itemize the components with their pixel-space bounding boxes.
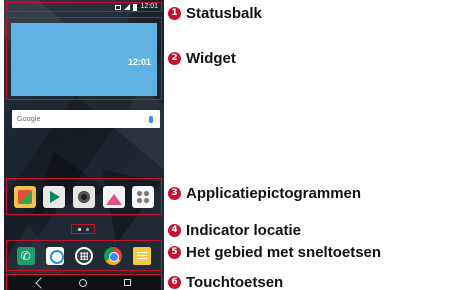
nfc-icon [115,4,122,10]
phone-screen: 12:01 12:01 Google [4,0,164,290]
callout-label: Het gebied met sneltoetsen [186,243,382,261]
widget-area[interactable]: 12:01 [6,17,162,100]
memo-icon[interactable] [133,246,152,265]
callout-label: Statusbalk [186,4,262,22]
mic-icon[interactable] [149,115,153,123]
play-store-icon[interactable] [43,185,66,208]
contacts-icon[interactable] [45,246,64,265]
recent-apps-icon[interactable] [123,279,131,286]
status-bar[interactable]: 12:01 [6,2,162,12]
callout-quick-keys: 5 Het gebied met sneltoetsen [168,243,381,261]
page-dot [85,227,89,231]
callout-location-indicator: 4 Indicator locatie [168,221,301,239]
widget-clock-time: 12:01 [127,57,151,67]
callout-number: 2 [168,51,181,65]
apps-icon[interactable] [74,246,93,265]
home-icon[interactable] [79,278,88,287]
app-icons-row [6,178,162,215]
battery-icon [133,3,138,11]
callout-number: 1 [168,6,181,20]
callout-label: Indicator locatie [186,221,302,239]
phone-icon[interactable] [16,246,35,265]
callout-label: Applicatiepictogrammen [186,184,362,202]
google-logo: Google [17,115,41,123]
app-folder-icon[interactable] [132,185,155,208]
signal-icon [124,4,131,10]
back-icon[interactable] [37,279,43,287]
touch-keys-bar [6,274,162,290]
callout-number: 5 [168,245,181,259]
google-search-bar[interactable]: Google [12,110,160,128]
callout-widget: 2 Widget [168,49,236,67]
callout-number: 3 [168,186,181,200]
page-indicator[interactable] [71,224,95,234]
quick-key-area [6,240,162,271]
callout-label: Touchtoetsen [186,273,284,290]
callout-label: Widget [186,49,236,67]
camera-icon[interactable] [72,185,95,208]
callout-number: 6 [168,275,181,289]
page-dot-active [77,227,81,231]
callout-app-icons: 3 Applicatiepictogrammen [168,184,361,202]
callout-status-bar: 1 Statusbalk [168,4,262,22]
callout-number: 4 [168,223,181,237]
clock-widget[interactable]: 12:01 [11,23,157,96]
photos-icon[interactable] [102,185,125,208]
callout-touch-keys: 6 Touchtoetsen [168,273,283,290]
gallery-app-icon[interactable] [13,185,36,208]
status-time: 12:01 [140,3,158,10]
chrome-icon[interactable] [104,246,123,265]
